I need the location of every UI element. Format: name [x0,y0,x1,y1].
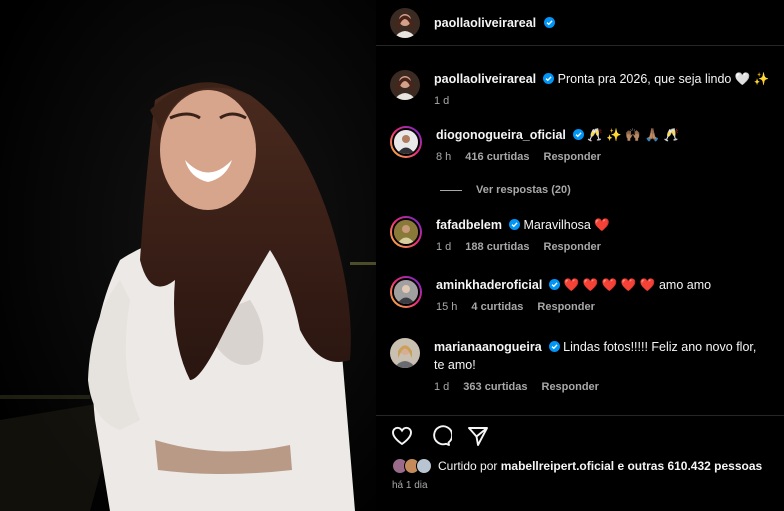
comment-likes[interactable]: 416 curtidas [465,151,529,163]
verified-icon [549,279,561,290]
avatar[interactable] [390,70,420,100]
comment: marianaanogueira Lindas fotos!!!!! Feliz… [390,338,770,393]
comment-likes[interactable]: 4 curtidas [471,301,523,313]
comment-username[interactable]: marianaanogueira [434,340,542,354]
verified-icon [543,16,555,28]
header-username[interactable]: paollaoliveirareal [434,14,555,32]
post-photo[interactable] [0,0,376,511]
comment: diogonogueira_oficial 🥂 ✨ 🙌🏽 🙏🏽 🥂 8 h 416… [390,126,770,163]
avatar[interactable] [390,338,420,368]
heart-icon[interactable] [390,424,414,448]
reply-button[interactable]: Responder [544,151,601,163]
comment-username[interactable]: aminkhaderoficial [436,278,542,292]
caption-username[interactable]: paollaoliveirareal [434,72,536,86]
comment-age: 15 h [436,301,458,313]
verified-icon [572,129,584,140]
comment-likes[interactable]: 188 curtidas [465,241,529,253]
caption-text: Pronta pra 2026, que seja lindo 🤍 ✨ [557,72,770,86]
avatar[interactable] [390,126,422,158]
avatar[interactable] [390,216,422,248]
liked-by-user[interactable]: mabellreipert.oficial [501,459,614,473]
verified-icon [509,219,520,230]
post-actions: Curtido por mabellreipert.oficial e outr… [376,415,784,511]
view-replies-button[interactable]: Ver respostas (20) [440,184,571,196]
post-header: paollaoliveirareal [376,0,784,46]
post-panel: paollaoliveirareal paollaoliveirareal Pr… [376,0,784,511]
divider [440,189,462,191]
comment-text: ❤️ ❤️ ❤️ ❤️ ❤️ amo amo [563,278,712,292]
comment-username[interactable]: diogonogueira_oficial [436,128,566,142]
avatar[interactable] [390,276,422,308]
avatar[interactable] [390,7,420,38]
comment-age: 8 h [436,151,452,163]
post-timestamp[interactable]: há 1 dia [392,480,428,491]
liked-by-others[interactable]: e outras 610.432 pessoas [617,459,762,473]
reply-button[interactable]: Responder [542,381,599,393]
liked-by-avatars [392,458,432,474]
comment-icon[interactable] [428,424,454,448]
caption-age: 1 d [434,95,450,107]
share-icon[interactable] [466,424,490,448]
comment: fafadbelem Maravilhosa ❤️ 1 d 188 curtida… [390,216,770,253]
post-caption: paollaoliveirareal Pronta pra 2026, que … [390,70,770,107]
reply-button[interactable]: Responder [537,301,594,313]
reply-button[interactable]: Responder [544,241,601,253]
comment-age: 1 d [434,381,450,393]
comment-age: 1 d [436,241,452,253]
comment-text: 🥂 ✨ 🙌🏽 🙏🏽 🥂 [587,128,680,142]
comment-username[interactable]: fafadbelem [436,218,502,232]
comment-text: Maravilhosa ❤️ [523,218,610,232]
verified-icon [548,341,560,352]
comment: aminkhaderoficial ❤️ ❤️ ❤️ ❤️ ❤️ amo amo… [390,276,770,313]
verified-icon [543,73,555,84]
liked-by[interactable]: Curtido por mabellreipert.oficial e outr… [392,458,762,474]
comment-likes[interactable]: 363 curtidas [463,381,527,393]
